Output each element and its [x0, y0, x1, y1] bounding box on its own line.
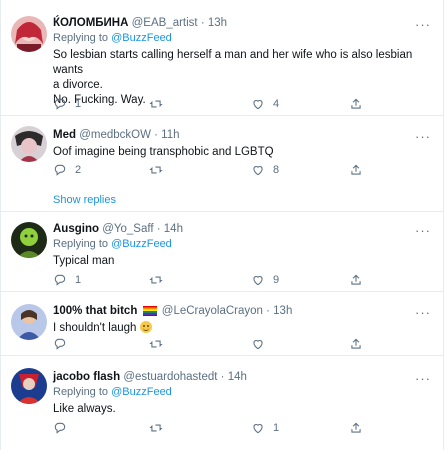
reply-icon	[54, 422, 66, 434]
retweet-button[interactable]	[149, 162, 171, 178]
user-handle[interactable]: @EAB_artist	[132, 17, 198, 29]
reply-icon	[54, 164, 66, 176]
reply-count: 1	[75, 98, 82, 110]
tweet-actions	[53, 336, 373, 352]
share-icon	[351, 422, 361, 433]
tweet-text: I shouldn't laugh	[53, 321, 415, 336]
timestamp[interactable]: · 14h	[221, 371, 247, 383]
reply-button[interactable]: 1	[53, 96, 81, 112]
user-handle[interactable]: @estuardohastedt	[123, 371, 217, 383]
share-button[interactable]	[349, 96, 363, 112]
reply-to-link[interactable]: @BuzzFeed	[111, 32, 172, 44]
like-icon	[253, 276, 263, 286]
retweet-icon	[149, 276, 163, 284]
tweet-actions: 1	[53, 420, 373, 436]
display-name[interactable]: Med	[53, 129, 76, 141]
reply-count: 2	[75, 164, 82, 176]
share-icon	[351, 338, 361, 349]
retweet-icon	[149, 340, 163, 348]
more-icon[interactable]: ···	[415, 18, 431, 31]
retweet-button[interactable]	[149, 420, 171, 436]
like-icon	[253, 166, 263, 176]
user-handle[interactable]: @medbckOW	[79, 129, 151, 141]
retweet-icon	[149, 100, 163, 108]
user-handle[interactable]: @LeCrayolaCrayon	[162, 305, 263, 317]
like-count: 1	[273, 422, 280, 434]
show-replies-link[interactable]: Show replies	[53, 194, 116, 206]
replying-to: Replying to @BuzzFeed	[53, 238, 172, 250]
avatar[interactable]	[11, 126, 47, 162]
display-name[interactable]: Ausgino	[53, 223, 99, 235]
like-count: 4	[273, 98, 280, 110]
share-button[interactable]	[349, 272, 363, 288]
avatar[interactable]	[11, 304, 47, 340]
like-count: 8	[273, 164, 280, 176]
retweet-button[interactable]	[149, 272, 171, 288]
like-button[interactable]: 1	[251, 420, 279, 436]
rainbow-flag-icon	[142, 306, 157, 316]
share-button[interactable]	[349, 162, 363, 178]
share-icon	[351, 164, 361, 175]
tweet-text: Typical man	[53, 255, 115, 267]
tweet-text: Like always.	[53, 403, 116, 415]
reply-count: 1	[75, 274, 82, 286]
share-button[interactable]	[349, 336, 363, 352]
retweet-button[interactable]	[149, 336, 171, 352]
tweet-actions: 2 8	[53, 162, 373, 178]
reply-to-link[interactable]: @BuzzFeed	[111, 386, 172, 398]
avatar[interactable]	[11, 222, 47, 258]
tweet-text: Oof imagine being transphobic and LGBTQ	[53, 146, 274, 158]
more-icon[interactable]: ···	[415, 372, 431, 385]
reply-to-link[interactable]: @BuzzFeed	[111, 238, 172, 250]
reply-thread: ЌОЛОМБИНА @EAB_artist · 13h Replying to …	[0, 0, 444, 450]
retweet-icon	[149, 166, 163, 174]
reply-button[interactable]	[53, 336, 75, 352]
replying-to: Replying to @BuzzFeed	[53, 32, 172, 44]
reply-button[interactable]: 1	[53, 272, 81, 288]
tweet-4[interactable]: 100% that bitch @LeCrayolaCrayon · 13h I…	[1, 292, 444, 356]
like-icon	[253, 100, 263, 110]
reply-icon	[54, 338, 66, 350]
reply-button[interactable]: 2	[53, 162, 81, 178]
more-icon[interactable]: ···	[415, 224, 431, 237]
timestamp[interactable]: · 14h	[157, 223, 183, 235]
display-name[interactable]: jacobo flash	[53, 371, 120, 383]
tweet-actions: 1 9	[53, 272, 373, 288]
reply-icon	[54, 274, 66, 286]
display-name[interactable]: ЌОЛОМБИНА	[53, 17, 128, 29]
reply-button[interactable]	[53, 420, 75, 436]
share-button[interactable]	[349, 420, 363, 436]
tweet-3[interactable]: Ausgino @Yo_Saff · 14h Replying to @Buzz…	[1, 212, 444, 292]
avatar[interactable]	[11, 16, 47, 52]
tweet-2[interactable]: Med @medbckOW · 11h Oof imagine being tr…	[1, 116, 444, 212]
tweet-5[interactable]: jacobo flash @estuardohastedt · 14h Repl…	[1, 356, 444, 450]
like-icon	[253, 424, 263, 434]
share-icon	[351, 98, 361, 109]
tweet-1[interactable]: ЌОЛОМБИНА @EAB_artist · 13h Replying to …	[1, 0, 444, 116]
replying-to: Replying to @BuzzFeed	[53, 386, 172, 398]
like-count: 9	[273, 274, 280, 286]
timestamp[interactable]: · 13h	[201, 17, 227, 29]
grinning-emoji-icon	[139, 321, 152, 333]
like-button[interactable]: 9	[251, 272, 279, 288]
timestamp[interactable]: · 13h	[266, 305, 292, 317]
more-icon[interactable]: ···	[415, 130, 431, 143]
tweet-actions: 1 4	[53, 96, 373, 112]
like-button[interactable]	[251, 336, 273, 352]
more-icon[interactable]: ···	[415, 306, 431, 319]
share-icon	[351, 274, 361, 285]
retweet-icon	[149, 424, 163, 432]
like-button[interactable]: 8	[251, 162, 279, 178]
reply-icon	[54, 98, 66, 110]
display-name[interactable]: 100% that bitch	[53, 305, 137, 317]
avatar[interactable]	[11, 368, 47, 404]
like-icon	[253, 340, 263, 350]
retweet-button[interactable]	[149, 96, 171, 112]
timestamp[interactable]: · 11h	[154, 129, 179, 141]
user-handle[interactable]: @Yo_Saff	[102, 223, 153, 235]
like-button[interactable]: 4	[251, 96, 279, 112]
